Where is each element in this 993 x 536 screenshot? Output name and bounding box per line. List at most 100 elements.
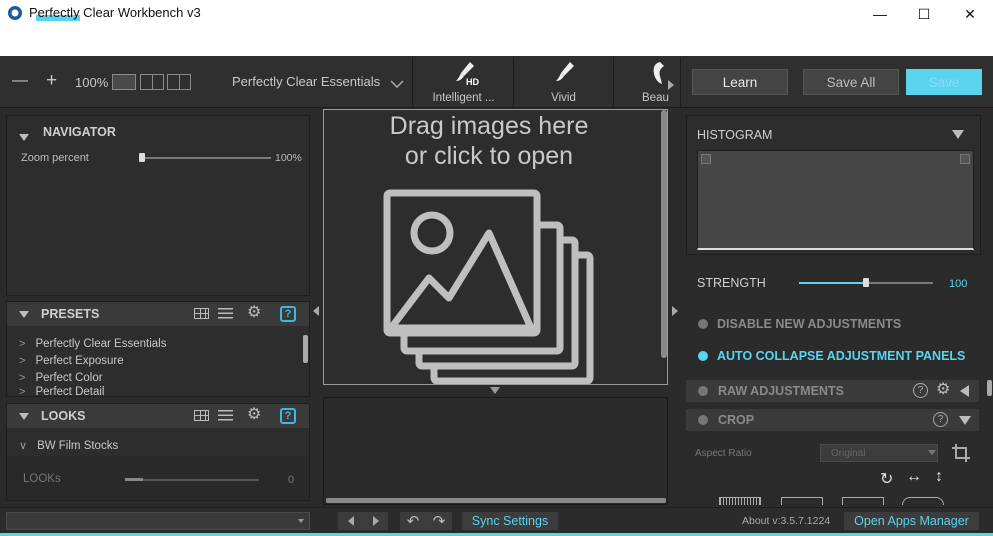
highlight-clip-checkbox[interactable] xyxy=(960,154,970,164)
raw-gear-icon[interactable]: ⚙ xyxy=(936,382,950,398)
canvas-scrollbar[interactable] xyxy=(661,110,667,358)
chevron-down-icon: ∨ xyxy=(19,440,28,452)
filmstrip-scrollbar[interactable] xyxy=(326,498,666,503)
looks-collapse-icon[interactable] xyxy=(19,409,29,423)
split-view-button[interactable] xyxy=(140,74,164,90)
flip-vertical-icon[interactable]: ↕ xyxy=(935,468,943,486)
auto-collapse-radio[interactable] xyxy=(698,351,708,361)
raw-enable-toggle[interactable] xyxy=(698,386,708,396)
strength-label: STRENGTH xyxy=(697,276,766,290)
list-item[interactable]: ∨ BW Film Stocks xyxy=(19,437,118,454)
drop-zone[interactable]: Drag images here or click to open xyxy=(323,109,668,385)
single-view-button[interactable] xyxy=(112,74,136,90)
zoom-level: 100% xyxy=(75,75,109,90)
collapse-filmstrip-icon[interactable] xyxy=(490,387,500,394)
drop-text-line1: Drag images here xyxy=(389,112,589,140)
face-icon xyxy=(653,62,664,84)
zoom-in-button[interactable]: + xyxy=(46,70,57,92)
grid-view-icon[interactable] xyxy=(194,410,209,421)
maximize-button[interactable]: ☐ xyxy=(901,0,947,28)
help-icon[interactable]: ? xyxy=(280,408,296,424)
close-button[interactable]: ✕ xyxy=(947,0,993,28)
crop-spiral-option[interactable] xyxy=(902,497,944,505)
status-select[interactable] xyxy=(6,512,310,530)
title-bar: Perfectly Clear Workbench v3 — ☐ ✕ xyxy=(0,0,993,56)
aspect-ratio-label: Aspect Ratio xyxy=(695,448,752,459)
list-item[interactable]: > Perfect Color xyxy=(19,369,299,386)
histogram-chart xyxy=(697,150,974,250)
learn-button[interactable]: Learn xyxy=(692,69,788,95)
drop-text-line2: or click to open xyxy=(404,142,574,170)
rotate-icon[interactable]: ↻ xyxy=(880,469,893,489)
aspect-ratio-select[interactable]: Original xyxy=(820,444,938,462)
raw-help-icon[interactable]: ? xyxy=(913,383,928,398)
help-icon[interactable]: ? xyxy=(280,306,296,322)
collapse-right-panel-icon[interactable] xyxy=(672,303,678,321)
preset-tile-label: Vivid xyxy=(551,92,576,104)
undo-icon[interactable]: ↶ xyxy=(407,512,420,530)
preset-tile-beauty[interactable]: Beau xyxy=(614,57,669,107)
sync-settings-button[interactable]: Sync Settings xyxy=(462,512,558,530)
gear-icon[interactable]: ⚙ xyxy=(247,305,261,321)
image-nav-buttons xyxy=(338,512,388,530)
window-title: Perfectly Clear Workbench v3 xyxy=(29,5,201,20)
crop-grid-option[interactable] xyxy=(719,497,761,505)
presets-list: > Perfectly Clear Essentials > Perfect Exp… xyxy=(19,335,299,398)
redo-icon[interactable]: ↷ xyxy=(433,512,446,530)
looks-slider[interactable] xyxy=(125,479,259,481)
crop-enable-toggle[interactable] xyxy=(698,415,708,425)
zoom-percent-slider[interactable] xyxy=(141,157,271,159)
looks-slider-fill xyxy=(125,478,143,481)
toolbar-divider xyxy=(412,57,413,107)
minimize-button[interactable]: — xyxy=(857,0,903,28)
collapse-left-panel-icon[interactable] xyxy=(313,303,319,321)
list-item[interactable]: > Perfectly Clear Essentials xyxy=(19,335,299,352)
crop-help-icon[interactable]: ? xyxy=(933,412,948,427)
disable-new-radio[interactable] xyxy=(698,319,708,329)
crop-collapse-icon[interactable] xyxy=(959,416,971,425)
chevron-right-icon: > xyxy=(19,354,26,367)
grid-view-icon[interactable] xyxy=(194,308,209,319)
list-item[interactable]: > Perfect Exposure xyxy=(19,352,299,369)
disable-new-label[interactable]: DISABLE NEW ADJUSTMENTS xyxy=(717,317,901,331)
gear-icon[interactable]: ⚙ xyxy=(247,407,261,423)
open-apps-manager-button[interactable]: Open Apps Manager xyxy=(844,512,979,530)
presets-panel: PRESETS ⚙ ? > Perfectly Clear Essentials … xyxy=(6,301,310,397)
preset-tile-label: Beau xyxy=(642,92,669,104)
preset-select[interactable]: Perfectly Clear Essentials xyxy=(232,74,380,89)
images-stack-icon xyxy=(383,189,594,384)
list-item[interactable]: > Perfect Detail xyxy=(19,386,299,397)
tiles-scroll-right-icon[interactable] xyxy=(668,77,674,95)
shadow-clip-checkbox[interactable] xyxy=(701,154,711,164)
app-logo-icon xyxy=(8,6,22,20)
flip-horizontal-icon[interactable]: ↔ xyxy=(906,468,922,486)
histogram-collapse-icon[interactable] xyxy=(952,130,964,139)
raw-adjustments-title: RAW ADJUSTMENTS xyxy=(718,384,844,398)
navigator-panel: NAVIGATOR Zoom percent 100% xyxy=(6,115,310,296)
zoom-percent-value: 100% xyxy=(275,152,302,164)
auto-collapse-label[interactable]: AUTO COLLAPSE ADJUSTMENT PANELS xyxy=(717,349,965,363)
preset-tile-vivid[interactable]: Vivid xyxy=(514,57,614,107)
preset-tile-intelligent[interactable]: HD Intelligent ... xyxy=(414,57,514,107)
filmstrip[interactable] xyxy=(323,397,668,505)
list-view-icon[interactable] xyxy=(218,410,233,421)
right-panel-scrollbar[interactable] xyxy=(987,380,992,396)
crop-thirds-option[interactable] xyxy=(781,497,823,505)
raw-expand-icon[interactable] xyxy=(960,385,969,397)
navigator-title: NAVIGATOR xyxy=(43,125,116,139)
next-image-icon[interactable] xyxy=(372,516,379,526)
presets-collapse-icon[interactable] xyxy=(19,307,29,321)
crop-tool-icon[interactable] xyxy=(951,443,971,463)
chevron-down-icon[interactable] xyxy=(390,80,404,88)
zoom-out-button[interactable]: — xyxy=(12,72,28,90)
save-all-button[interactable]: Save All xyxy=(803,69,899,95)
previous-image-icon[interactable] xyxy=(347,516,354,526)
list-view-icon[interactable] xyxy=(218,308,233,319)
crop-golden-option[interactable] xyxy=(842,497,884,505)
side-by-side-view-button[interactable] xyxy=(167,74,191,90)
navigator-collapse-icon[interactable] xyxy=(19,128,29,146)
zoom-percent-slider-knob[interactable] xyxy=(139,153,145,162)
save-button[interactable]: Save xyxy=(906,69,982,95)
strength-slider-knob[interactable] xyxy=(863,278,869,287)
presets-scrollbar[interactable] xyxy=(303,335,308,363)
